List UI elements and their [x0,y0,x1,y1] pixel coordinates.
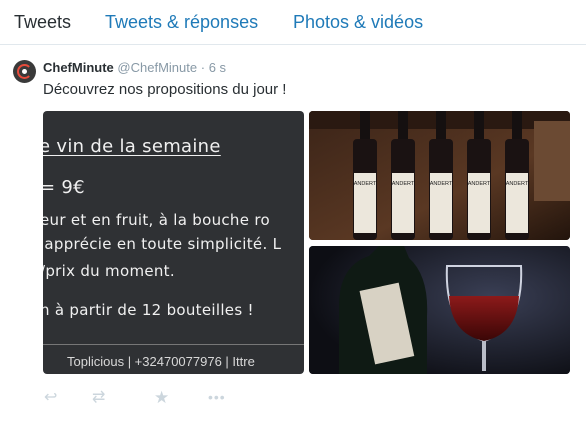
tweet-text: Découvrez nos propositions du jour ! [43,81,287,98]
header-separator: · [200,60,206,75]
author-handle[interactable]: @ChefMinute [117,60,197,75]
chalk-divider [43,344,304,345]
photo-wine-bottles[interactable]: ANDERT ANDERT ANDERT ANDERT ANDERT [309,111,570,240]
wine-bottles-image: ANDERT ANDERT ANDERT ANDERT ANDERT [309,111,570,240]
bottle-label-2: ANDERT [392,181,415,187]
retweet-icon[interactable]: ⇄ [92,390,105,406]
bottle-label-4: ANDERT [468,181,491,187]
tab-photos-videos[interactable]: Photos & vidéos [293,12,423,33]
profile-tabs: Tweets Tweets & réponses Photos & vidéos [0,0,586,45]
bottle-label-3: ANDERT [430,181,453,187]
chalk-footer: Toplicious | +32470077976 | Ittre [67,354,255,369]
chalk-line-3: eur et en fruit, à la bouche ro [43,211,270,229]
chalk-line-2: = 9€ [43,177,85,198]
chalk-line-6: n à partir de 12 bouteilles ! [43,301,254,319]
avatar[interactable] [13,60,36,83]
chalk-line-4: 'apprécie en toute simplicité. L [43,235,282,253]
chalk-line-1: e vin de la semaine [43,136,221,157]
tab-tweets[interactable]: Tweets [14,12,71,33]
photo-wine-glass[interactable] [309,246,570,374]
more-icon[interactable]: ••• [208,389,226,405]
reply-icon[interactable]: ↩ [44,390,57,406]
tweet-timestamp[interactable]: 6 s [209,60,226,75]
author-name[interactable]: ChefMinute [43,60,114,75]
photo-chalkboard[interactable]: e vin de la semaine = 9€ eur et en fruit… [43,111,304,374]
favorite-icon[interactable]: ★ [154,389,169,406]
bottle-label-1: ANDERT [354,181,377,187]
wine-glass-image [309,246,570,374]
tab-tweets-replies[interactable]: Tweets & réponses [105,12,258,33]
chalk-line-5: /prix du moment. [43,262,175,280]
bottle-label-5: ANDERT [506,181,529,187]
tweet-header: ChefMinute @ChefMinute · 6 s [43,60,226,75]
